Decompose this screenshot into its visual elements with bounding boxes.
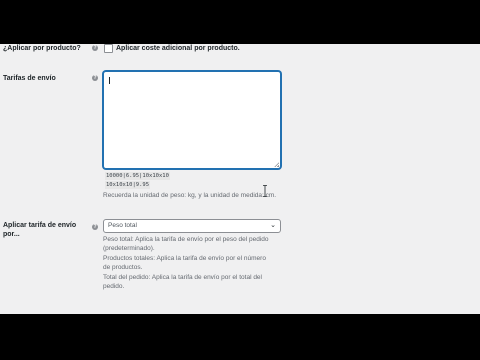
apply-desc-line: Total del pedido: Aplica la tarifa de en… (103, 274, 262, 281)
per-product-label: ¿Aplicar por producto? (3, 45, 81, 52)
rate-example-2: 10x10x10|9.95 (105, 181, 151, 189)
chevron-down-icon: ⌄ (270, 222, 276, 229)
shipping-rates-textarea[interactable] (103, 71, 281, 169)
settings-panel: ¿Aplicar por producto? ? Aplicar coste a… (0, 44, 480, 314)
units-help-text: Recuerda la unidad de peso: kg, y la uni… (103, 192, 277, 199)
rate-example-1: 10000|6.95|10x10x10 (105, 172, 170, 180)
help-icon[interactable]: ? (92, 75, 98, 81)
help-icon[interactable]: ? (92, 45, 98, 51)
per-product-checkbox-label: Aplicar coste adicional por producto. (116, 45, 240, 52)
apply-rate-label-line1: Aplicar tarifa de envío (3, 222, 77, 229)
apply-rate-label-line2: por... (3, 231, 20, 238)
apply-desc-line: Peso total: Aplica la tarifa de envío po… (103, 236, 269, 243)
apply-desc-line: pedido. (103, 283, 125, 290)
apply-desc-line: de productos. (103, 264, 143, 271)
apply-rate-selected-value: Peso total (108, 222, 137, 229)
per-product-checkbox[interactable] (104, 44, 113, 53)
text-caret (109, 77, 110, 84)
shipping-rates-label: Tarifas de envío (3, 75, 56, 82)
apply-desc-line: Productos totales: Aplica la tarifa de e… (103, 255, 266, 262)
apply-rate-select[interactable]: Peso total ⌄ (103, 219, 281, 233)
resize-handle-icon[interactable] (274, 162, 279, 167)
apply-desc-line: (predeterminado). (103, 245, 155, 252)
help-icon[interactable]: ? (92, 224, 98, 230)
